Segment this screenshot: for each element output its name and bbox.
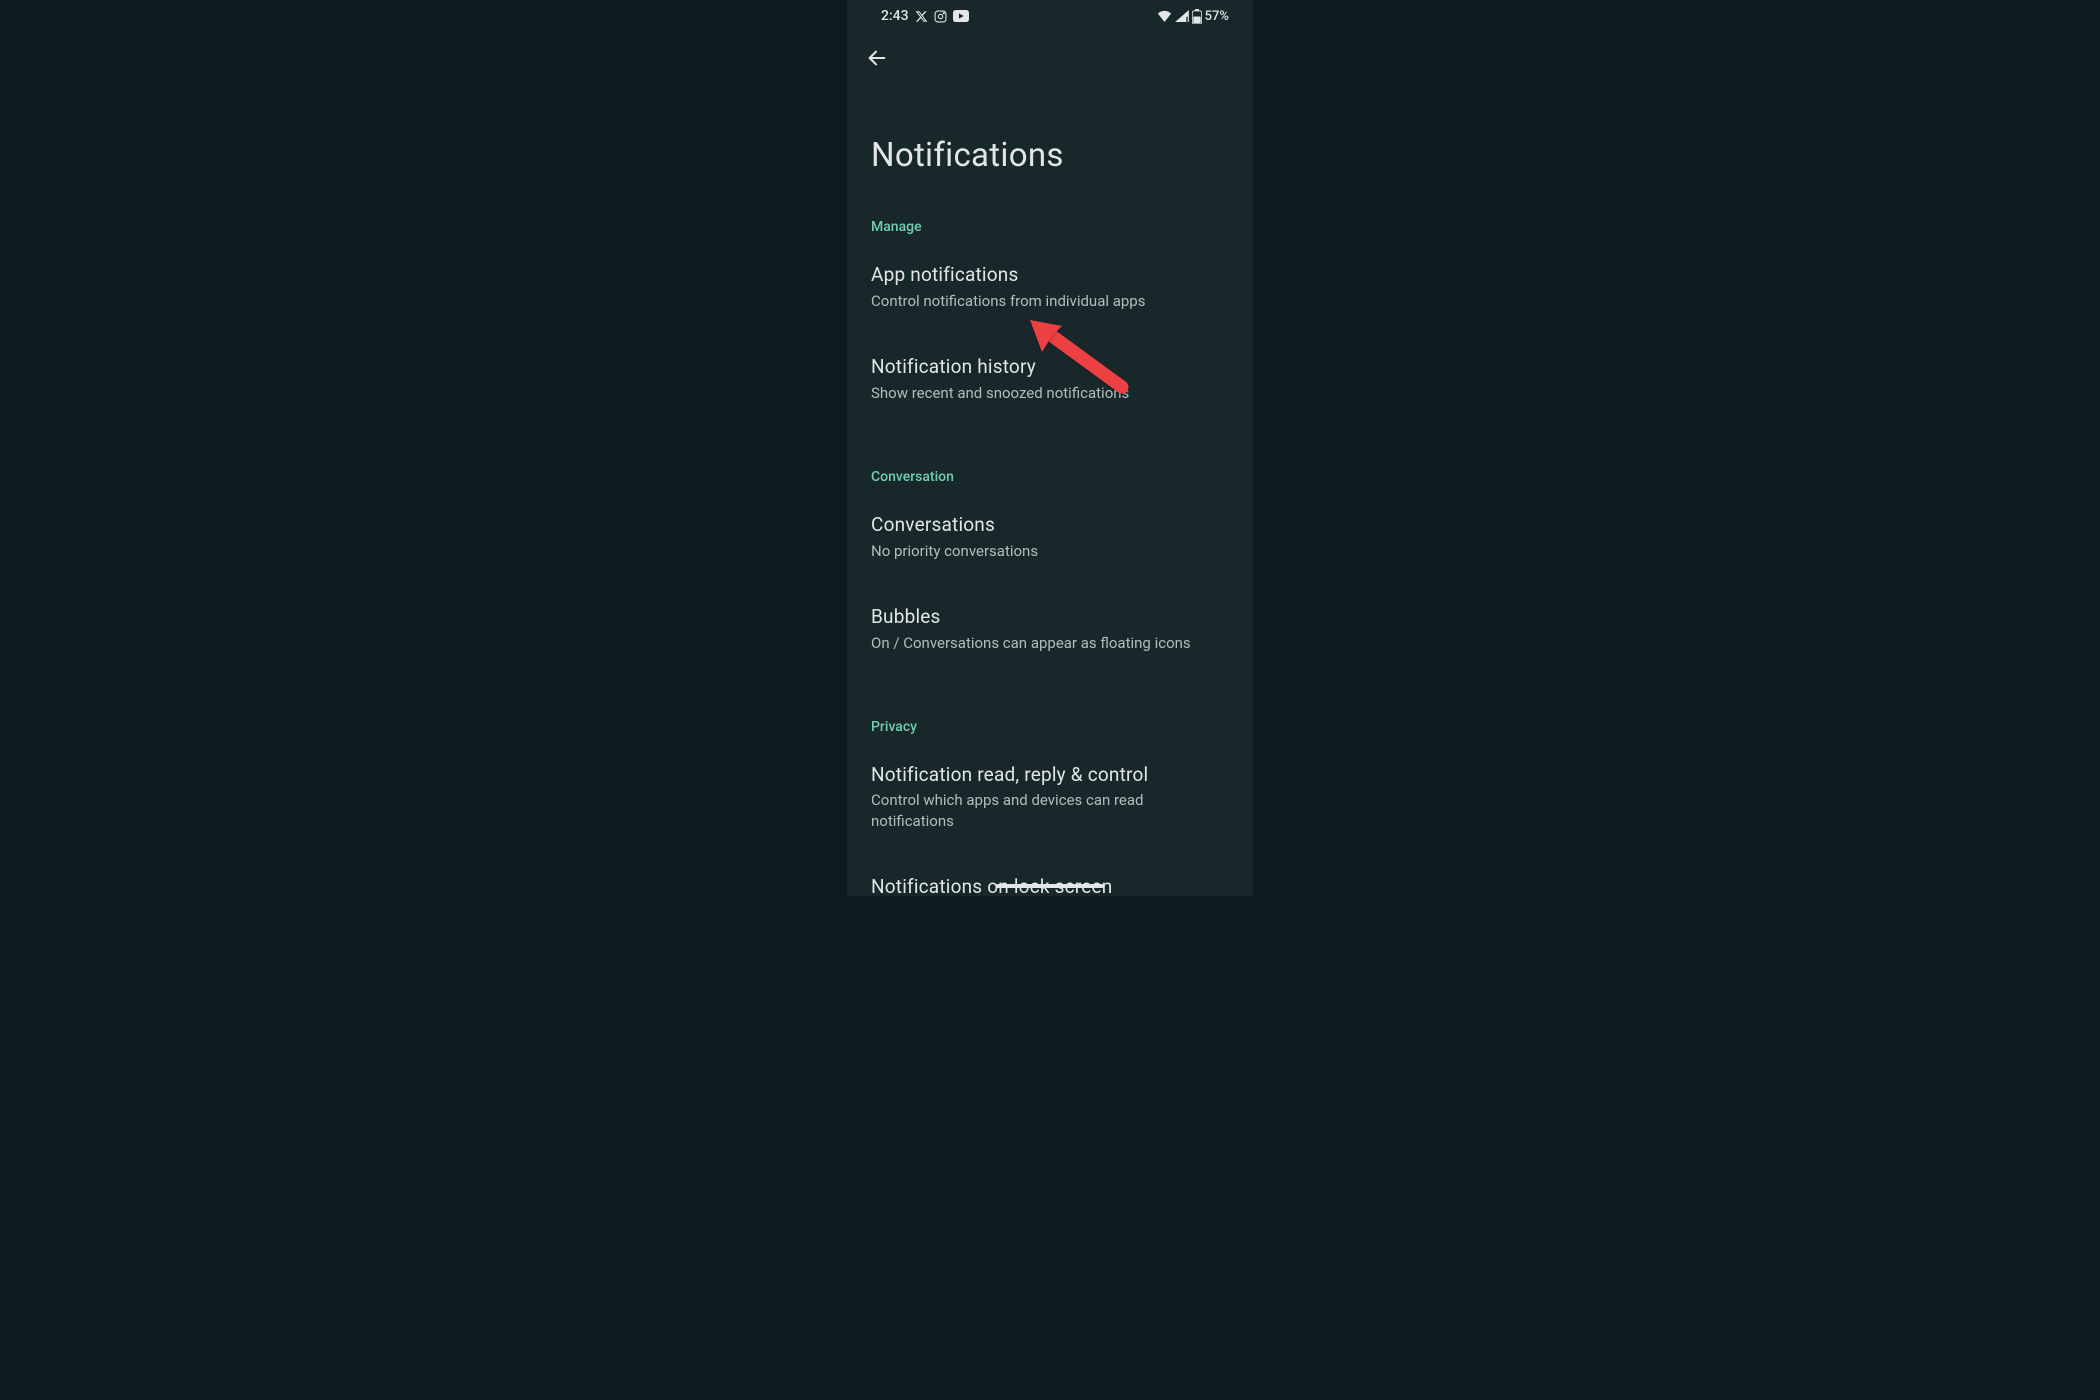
settings-item-notification-history[interactable]: Notification history Show recent and sno…: [871, 333, 1229, 425]
battery-icon: [1192, 9, 1202, 24]
item-title: Bubbles: [871, 605, 1229, 630]
wifi-icon: [1157, 10, 1172, 22]
status-bar: 2:43 ! 57%: [847, 0, 1253, 32]
item-title: App notifications: [871, 263, 1229, 288]
navigation-bar-indicator[interactable]: [996, 884, 1104, 888]
nav-bar: [847, 32, 1253, 84]
status-time: 2:43: [881, 8, 909, 24]
settings-item-notification-read-reply[interactable]: Notification read, reply & control Contr…: [871, 741, 1229, 853]
settings-item-conversations[interactable]: Conversations No priority conversations: [871, 491, 1229, 583]
battery-percent: 57%: [1205, 9, 1229, 24]
section-header-conversation: Conversation: [871, 425, 1229, 491]
settings-item-app-notifications[interactable]: App notifications Control notifications …: [871, 241, 1229, 333]
settings-content: Manage App notifications Control notific…: [847, 175, 1253, 896]
status-bar-left: 2:43: [881, 8, 969, 24]
back-button[interactable]: [865, 46, 889, 70]
instagram-icon: [934, 10, 947, 23]
status-bar-right: ! 57%: [1157, 9, 1229, 24]
x-icon: [915, 10, 928, 23]
signal-icon: !: [1175, 10, 1189, 22]
section-header-manage: Manage: [871, 175, 1229, 241]
page-title: Notifications: [847, 84, 1253, 175]
youtube-icon: [953, 10, 969, 22]
item-subtitle: On / Conversations can appear as floatin…: [871, 633, 1229, 653]
settings-item-bubbles[interactable]: Bubbles On / Conversations can appear as…: [871, 583, 1229, 675]
arrow-left-icon: [866, 47, 888, 69]
phone-screen: 2:43 ! 57%: [847, 0, 1253, 896]
item-subtitle: Control notifications from individual ap…: [871, 291, 1229, 311]
settings-item-lock-screen[interactable]: Notifications on lock screen: [871, 853, 1229, 896]
item-subtitle: Control which apps and devices can read …: [871, 790, 1229, 831]
item-subtitle: No priority conversations: [871, 541, 1229, 561]
item-subtitle: Show recent and snoozed notifications: [871, 383, 1229, 403]
item-title: Conversations: [871, 513, 1229, 538]
item-title: Notification history: [871, 355, 1229, 380]
item-title: Notification read, reply & control: [871, 763, 1229, 788]
section-header-privacy: Privacy: [871, 675, 1229, 741]
svg-text:!: !: [1187, 17, 1189, 22]
